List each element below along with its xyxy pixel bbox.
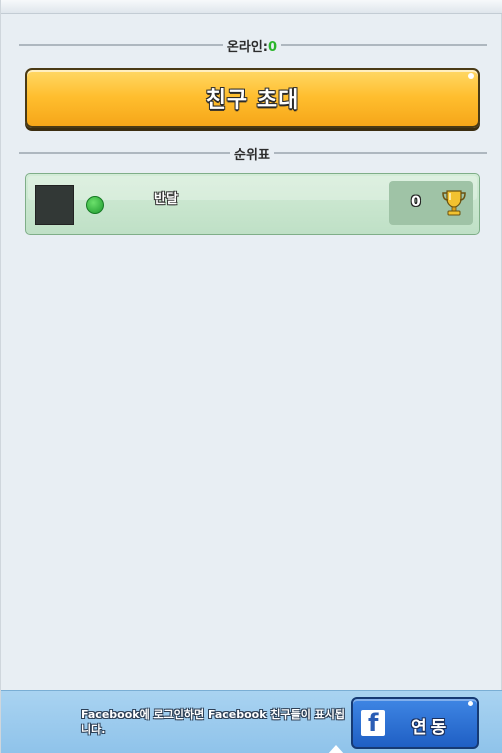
sparkle-icon xyxy=(468,73,474,79)
trophy-box: 0 xyxy=(389,181,473,225)
player-name: 반달 xyxy=(154,192,178,207)
online-count: 0 xyxy=(268,40,278,55)
online-label-text: 온라인: xyxy=(226,40,269,55)
invite-friends-label: 친구 초대 xyxy=(205,88,300,113)
sparkle-icon xyxy=(468,701,473,706)
invite-friends-button[interactable]: 친구 초대 xyxy=(25,68,480,128)
top-strip xyxy=(1,0,502,14)
ranking-row[interactable]: 반달 0 xyxy=(25,173,480,235)
ranking-label: 순위표 xyxy=(230,148,274,163)
facebook-icon: f xyxy=(361,709,385,737)
facebook-connect-label: 연동 xyxy=(411,718,451,738)
online-status-icon xyxy=(86,196,104,214)
facebook-connect-footer: Facebook에 로그인하면 Facebook 친구들이 표시됩니다. f 연… xyxy=(1,690,502,753)
ranking-title: 순위표 xyxy=(1,144,502,163)
friends-panel: 온라인:0 친구 초대 순위표 반달 0 Facebook에 로그인하면 Fac… xyxy=(0,0,502,753)
facebook-login-message: Facebook에 로그인하면 Facebook 친구들이 표시됩니다. xyxy=(81,708,346,736)
trophy-icon xyxy=(442,190,466,216)
online-status-label: 온라인:0 xyxy=(1,36,502,55)
facebook-connect-button[interactable]: f 연동 xyxy=(351,697,479,749)
trophy-count: 0 xyxy=(411,194,421,210)
avatar xyxy=(35,185,74,225)
